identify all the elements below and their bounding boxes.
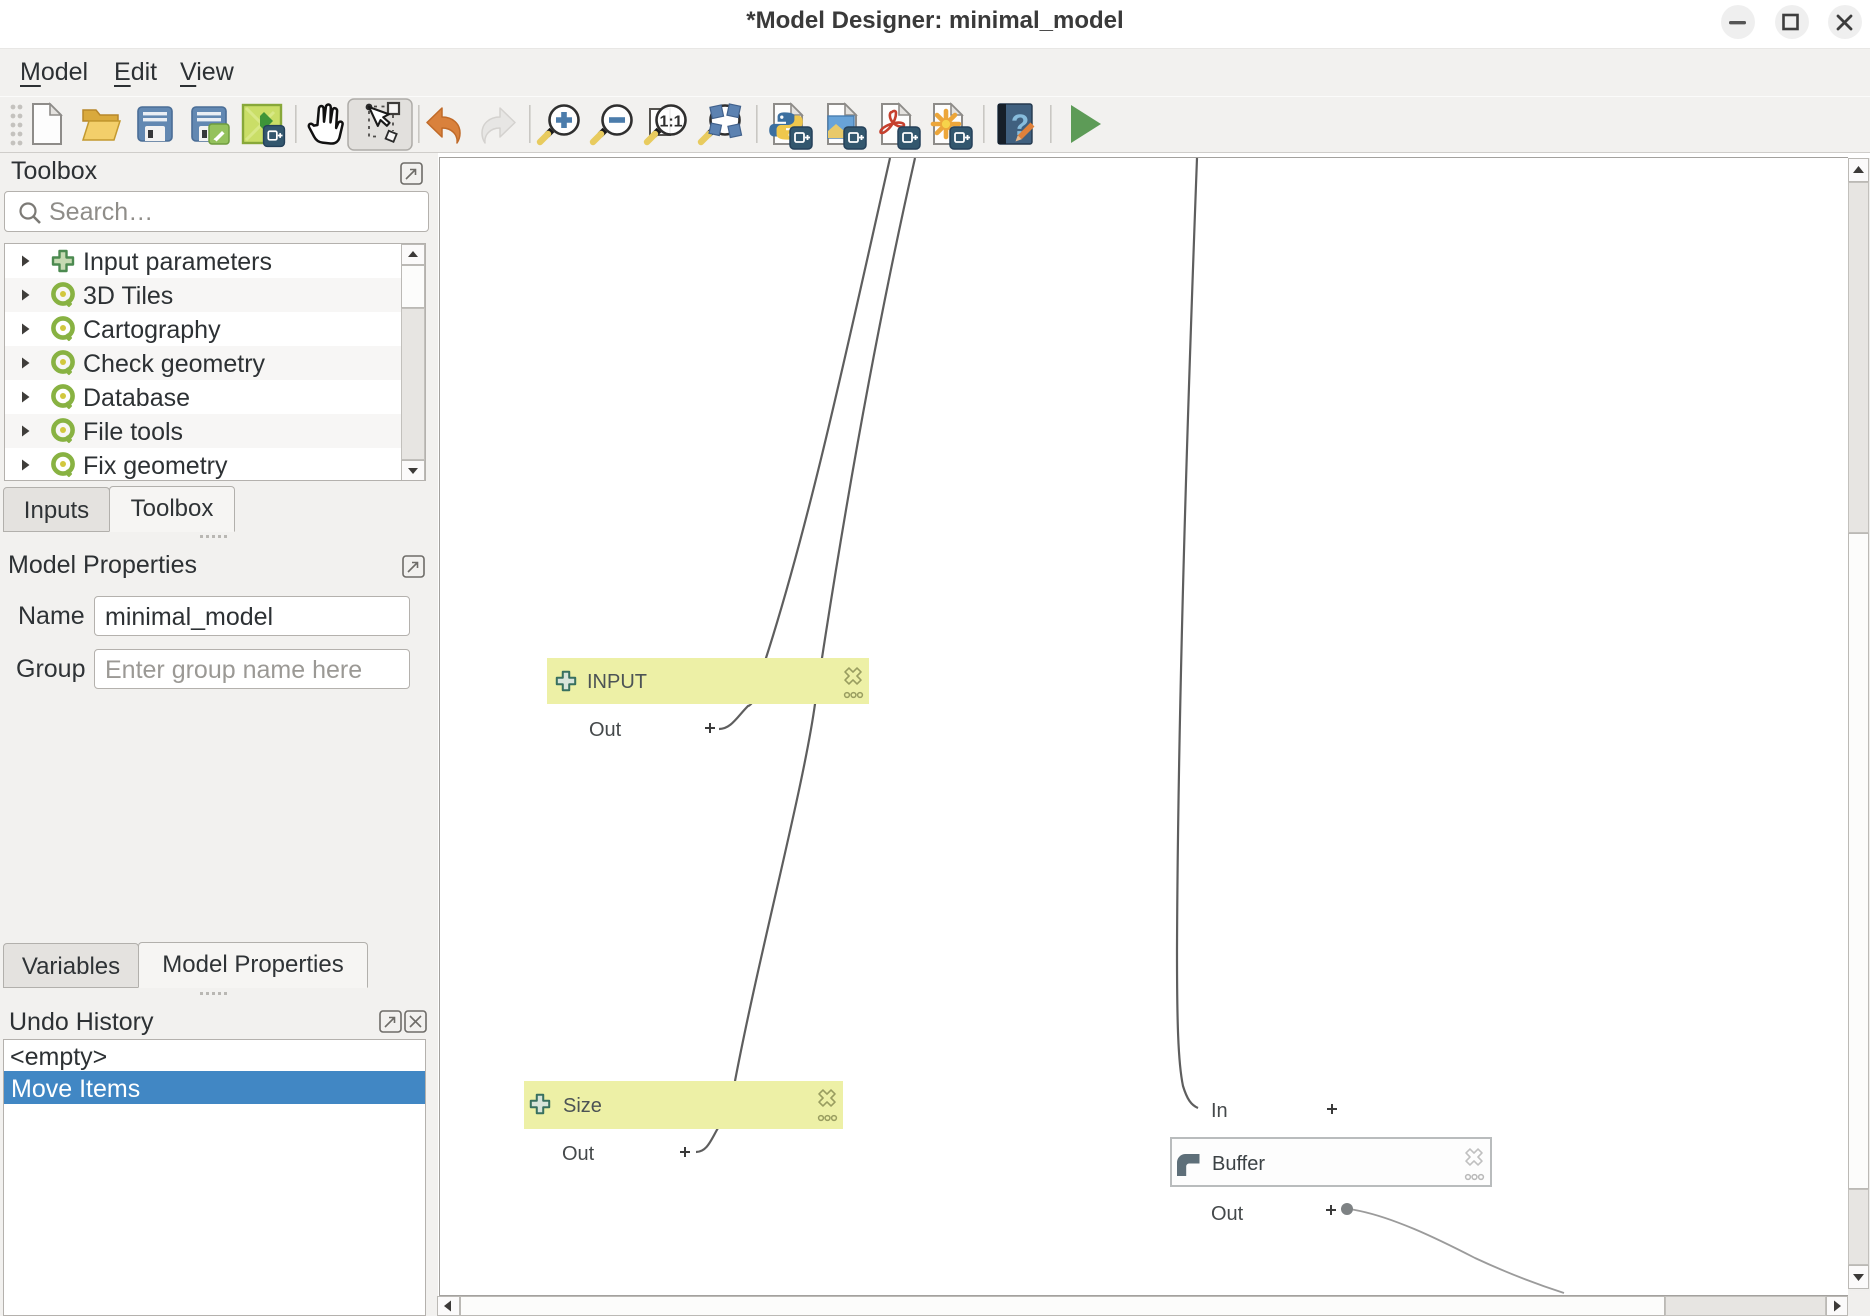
svg-text:Out: Out bbox=[1211, 1203, 1244, 1225]
svg-text:3D Tiles: 3D Tiles bbox=[83, 282, 173, 310]
svg-text:1:1: 1:1 bbox=[659, 114, 682, 131]
svg-text:File tools: File tools bbox=[83, 418, 183, 446]
svg-text:Out: Out bbox=[562, 1143, 595, 1165]
svg-text:Buffer: Buffer bbox=[1212, 1153, 1265, 1175]
svg-text:In: In bbox=[1211, 1100, 1228, 1122]
svg-text:Input parameters: Input parameters bbox=[83, 248, 272, 276]
svg-text:Check geometry: Check geometry bbox=[83, 350, 266, 378]
svg-text:Out: Out bbox=[589, 719, 622, 741]
svg-text:Size: Size bbox=[563, 1095, 602, 1117]
svg-text:Cartography: Cartography bbox=[83, 316, 221, 344]
svg-text:INPUT: INPUT bbox=[587, 671, 647, 693]
svg-text:Database: Database bbox=[83, 384, 190, 412]
svg-text:Fix geometry: Fix geometry bbox=[83, 452, 228, 480]
